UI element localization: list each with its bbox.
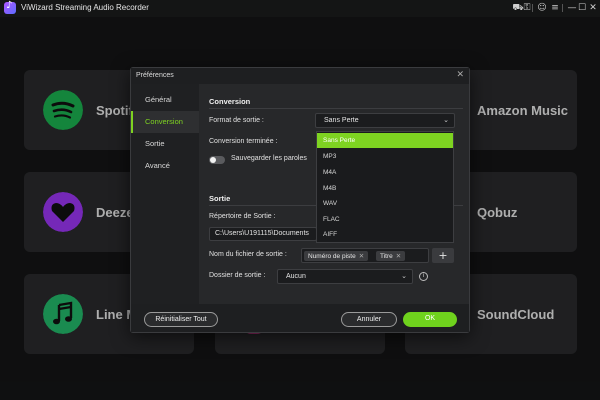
filename-tags-field[interactable]: Numéro de piste ✕ Titre ✕ [301, 248, 429, 263]
dialog-titlebar: Préférences ✕ [131, 68, 469, 84]
ok-button[interactable]: OK [403, 312, 457, 327]
filename-tag[interactable]: Titre ✕ [376, 251, 406, 261]
conversion-heading: Conversion [209, 97, 251, 106]
tag-remove-icon[interactable]: ✕ [359, 252, 364, 260]
preferences-sidebar: Général Conversion Sortie Avancé [131, 84, 199, 304]
dialog-footer: Réinitialiser Tout Annuler OK [131, 304, 469, 332]
output-folder-select[interactable]: Aucun ⌄ [277, 269, 413, 284]
tag-label: Numéro de piste [308, 253, 356, 260]
chevron-down-icon: ⌄ [401, 272, 407, 280]
format-option[interactable]: MP3 [317, 149, 453, 164]
user-icon[interactable]: ☺ [536, 2, 548, 14]
format-option[interactable]: WAV [317, 196, 453, 211]
format-option[interactable]: AIFF [317, 227, 453, 242]
format-select-value: Sans Perte [324, 117, 359, 124]
cancel-button[interactable]: Annuler [341, 312, 397, 327]
format-option[interactable]: Sans Perte [317, 133, 453, 148]
info-icon[interactable]: i [419, 272, 428, 281]
nav-advanced[interactable]: Avancé [131, 155, 199, 177]
nav-output[interactable]: Sortie [131, 133, 199, 155]
output-folder-value: Aucun [286, 273, 306, 280]
conversion-done-label: Conversion terminée : [209, 138, 278, 145]
format-option[interactable]: M4B [317, 181, 453, 196]
chevron-down-icon: ⌄ [443, 116, 449, 124]
format-select[interactable]: Sans Perte ⌄ [315, 113, 455, 128]
titlebar-separator [562, 4, 563, 12]
titlebar-separator [532, 4, 533, 12]
section-divider [209, 108, 463, 109]
output-folder-label: Dossier de sortie : [209, 272, 266, 279]
filename-tag[interactable]: Numéro de piste ✕ [304, 251, 369, 261]
dialog-title: Préférences [136, 72, 174, 79]
dialog-close-icon[interactable]: ✕ [456, 70, 464, 80]
close-icon[interactable]: ✕ [587, 2, 599, 14]
app-title: ViWizard Streaming Audio Recorder [21, 3, 149, 12]
add-tag-button[interactable]: + [432, 248, 454, 263]
output-heading: Sortie [209, 194, 231, 203]
output-dir-label: Répertoire de Sortie : [209, 213, 276, 220]
format-option[interactable]: FLAC [317, 212, 453, 227]
tag-remove-icon[interactable]: ✕ [396, 252, 401, 260]
nav-general[interactable]: Général [131, 89, 199, 111]
format-label: Format de sortie : [209, 117, 264, 124]
output-filename-label: Nom du fichier de sortie : [209, 251, 287, 258]
save-lyrics-label: Sauvegarder les paroles [231, 155, 307, 162]
format-dropdown-list: Sans Perte MP3 M4A M4B WAV FLAC AIFF [316, 131, 454, 243]
nav-conversion[interactable]: Conversion [131, 111, 199, 133]
output-dir-field[interactable]: C:\Users\U191115\Documents [209, 227, 317, 241]
format-option[interactable]: M4A [317, 165, 453, 180]
tag-label: Titre [380, 253, 393, 260]
menu-icon[interactable]: ≡ [549, 2, 561, 14]
save-lyrics-toggle[interactable] [209, 156, 225, 164]
app-titlebar: ViWizard Streaming Audio Recorder ⛟ ⚿ ☺ … [0, 0, 600, 17]
reset-all-button[interactable]: Réinitialiser Tout [144, 312, 218, 327]
app-logo-icon [4, 0, 16, 14]
